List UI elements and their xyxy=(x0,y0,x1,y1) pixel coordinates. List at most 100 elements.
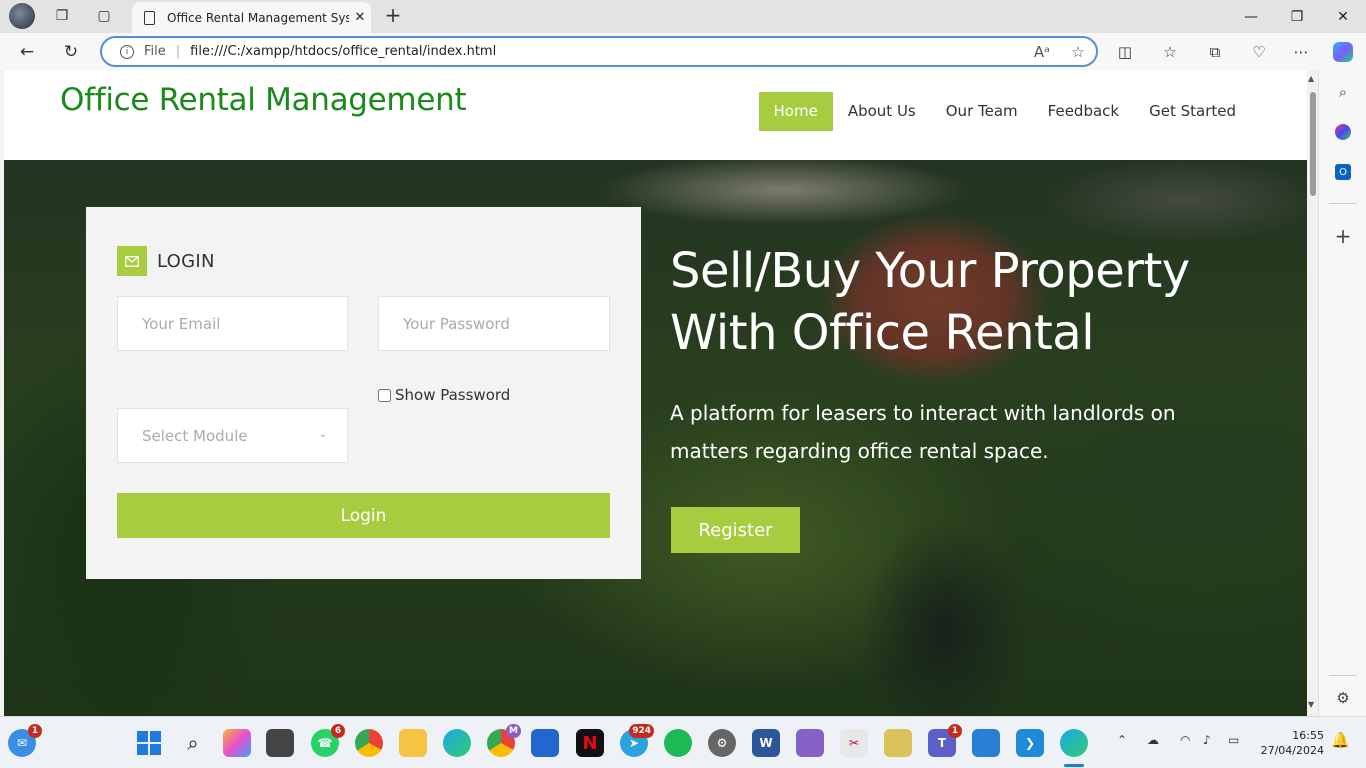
browser-essentials-icon[interactable]: ♡ xyxy=(1244,38,1274,66)
show-hidden-icons[interactable]: ⌃ xyxy=(1117,733,1127,747)
copilot-icon[interactable] xyxy=(1328,38,1358,66)
scroll-up-icon[interactable]: ▲ xyxy=(1308,74,1314,83)
chrome-icon[interactable] xyxy=(355,729,383,757)
tab-actions-icon[interactable]: ▢ xyxy=(90,4,118,28)
reload-button[interactable]: ↻ xyxy=(56,37,86,67)
site-header: Office Rental Management Home About Us O… xyxy=(4,70,1307,160)
battery-icon[interactable]: ▭ xyxy=(1228,733,1239,747)
browser-tab-bar: ❐ ▢ Office Rental Management Syste ✕ + —… xyxy=(0,0,1366,33)
read-aloud-icon[interactable]: Aᵃ xyxy=(1024,43,1060,61)
settings-icon[interactable]: ⚙ xyxy=(708,729,736,757)
workspaces-icon[interactable]: ❐ xyxy=(48,4,76,28)
nav-our-team[interactable]: Our Team xyxy=(931,92,1033,131)
login-card: LOGIN Show Password Select Module ⌄ Logi… xyxy=(86,207,641,579)
sidebar-settings-icon[interactable]: ⚙ xyxy=(1331,686,1355,710)
add-sidebar-app-icon[interactable]: + xyxy=(1331,224,1355,248)
nav-get-started[interactable]: Get Started xyxy=(1134,92,1251,131)
minimize-button[interactable]: — xyxy=(1228,0,1274,33)
sidebar-divider xyxy=(1329,203,1357,204)
whatsapp-badge: 6 xyxy=(331,724,345,738)
chevron-down-icon: ⌄ xyxy=(318,429,327,440)
edge-active-icon[interactable] xyxy=(1060,729,1088,757)
email-input[interactable] xyxy=(117,296,348,351)
restore-button[interactable]: ❐ xyxy=(1274,0,1320,33)
new-tab-button[interactable]: + xyxy=(380,4,406,28)
visual-studio-icon[interactable] xyxy=(796,729,824,757)
windows-taskbar: ✉ 1 ⌕ ☎ 6 M N ➤ 924 ⚙ W ✂ T1 ❯ ⌃ ☁ ◠ ♪ ▭ 16… xyxy=(0,716,1366,768)
more-menu-icon[interactable]: ⋯ xyxy=(1286,38,1316,66)
hero-subtitle: A platform for leasers to interact with … xyxy=(670,401,1176,463)
page-scrollbar[interactable]: ▲ ▼ xyxy=(1307,70,1318,716)
edge-icon[interactable] xyxy=(443,729,471,757)
hero-title-line1: Sell/Buy Your Property xyxy=(670,243,1190,299)
favorite-star-icon[interactable]: ☆ xyxy=(1060,43,1096,61)
copilot-sidebar-icon[interactable] xyxy=(1331,120,1355,144)
scroll-down-icon[interactable]: ▼ xyxy=(1308,700,1314,709)
site-brand[interactable]: Office Rental Management xyxy=(60,82,467,118)
browser-toolbar: ← ↻ i File | file:///C:/xampp/htdocs/off… xyxy=(0,33,1366,70)
netflix-icon[interactable]: N xyxy=(576,729,604,757)
nav-feedback[interactable]: Feedback xyxy=(1033,92,1134,131)
search-icon[interactable]: ⌕ xyxy=(1331,80,1355,104)
telegram-badge: 924 xyxy=(629,724,654,738)
taskbar-search-icon[interactable]: ⌕ xyxy=(179,729,207,757)
onedrive-icon[interactable]: ☁ xyxy=(1147,733,1159,747)
task-view-icon[interactable] xyxy=(266,729,294,757)
outlook-icon[interactable]: O xyxy=(1331,160,1355,184)
browser-tab-active[interactable]: Office Rental Management Syste ✕ xyxy=(132,2,371,33)
close-tab-icon[interactable]: ✕ xyxy=(349,10,371,25)
scrollbar-thumb[interactable] xyxy=(1310,92,1316,196)
login-button[interactable]: Login xyxy=(117,493,610,538)
sidebar-divider-bottom xyxy=(1329,675,1357,676)
telegram-icon[interactable]: ➤ 924 xyxy=(620,724,654,757)
info-icon[interactable]: i xyxy=(120,44,134,59)
module-select-placeholder: Select Module xyxy=(142,426,248,445)
browser-sidebar: ⌕ O + ⚙ xyxy=(1318,70,1366,716)
nav-about-us[interactable]: About Us xyxy=(833,92,931,131)
start-icon[interactable] xyxy=(135,729,163,757)
notification-bell-icon[interactable]: 🔔 xyxy=(1331,731,1350,749)
nav-home[interactable]: Home xyxy=(758,92,833,131)
mail-app-icon[interactable]: ✉ 1 xyxy=(8,724,42,757)
show-password-option[interactable]: Show Password xyxy=(378,386,510,404)
microsoft-store-icon[interactable] xyxy=(531,729,559,757)
show-password-checkbox[interactable] xyxy=(378,388,391,402)
show-password-label: Show Password xyxy=(395,386,511,404)
hero-text: Sell/Buy Your Property With Office Renta… xyxy=(670,240,1270,470)
file-explorer-icon[interactable] xyxy=(399,729,427,757)
back-button[interactable]: ← xyxy=(12,37,42,67)
clock[interactable]: 16:55 27/04/2024 xyxy=(1254,728,1324,758)
register-button[interactable]: Register xyxy=(671,507,800,553)
hero-section: LOGIN Show Password Select Module ⌄ Logi… xyxy=(4,160,1307,716)
main-nav: Home About Us Our Team Feedback Get Star… xyxy=(758,92,1251,131)
volume-icon[interactable]: ♪ xyxy=(1203,733,1211,747)
active-app-indicator xyxy=(1064,764,1084,767)
whatsapp-icon[interactable]: ☎ 6 xyxy=(311,724,345,757)
snipping-tool-icon[interactable]: ✂ xyxy=(840,729,868,757)
scheme-label: File xyxy=(144,44,166,59)
photos-icon[interactable] xyxy=(972,729,1000,757)
address-bar[interactable]: i File | file:///C:/xampp/htdocs/office_… xyxy=(100,36,1098,67)
copilot-taskbar-icon[interactable] xyxy=(223,729,251,757)
profile-avatar-icon[interactable] xyxy=(8,3,36,29)
teams-icon[interactable]: T1 xyxy=(928,724,962,757)
clock-time: 16:55 xyxy=(1292,729,1324,742)
web-page: Office Rental Management Home About Us O… xyxy=(4,70,1307,716)
favorites-icon[interactable]: ☆ xyxy=(1155,38,1185,66)
url-text[interactable]: file:///C:/xampp/htdocs/office_rental/in… xyxy=(190,44,1024,59)
vscode-icon[interactable]: ❯ xyxy=(1016,729,1044,757)
password-input[interactable] xyxy=(378,296,610,351)
split-screen-icon[interactable]: ◫ xyxy=(1110,38,1140,66)
word-icon[interactable]: W xyxy=(752,729,780,757)
wifi-icon[interactable]: ◠ xyxy=(1180,733,1190,747)
notepad-icon[interactable] xyxy=(884,729,912,757)
clock-date: 27/04/2024 xyxy=(1260,744,1324,757)
chrome-profile-icon[interactable]: M xyxy=(487,724,521,757)
hero-title-line2: With Office Rental xyxy=(670,305,1095,361)
module-select[interactable]: Select Module ⌄ xyxy=(117,408,348,463)
collections-icon[interactable]: ⧉ xyxy=(1200,38,1230,66)
login-title: LOGIN xyxy=(157,250,215,272)
spotify-icon[interactable] xyxy=(664,729,692,757)
close-window-button[interactable]: ✕ xyxy=(1320,0,1366,33)
envelope-icon xyxy=(117,246,147,276)
